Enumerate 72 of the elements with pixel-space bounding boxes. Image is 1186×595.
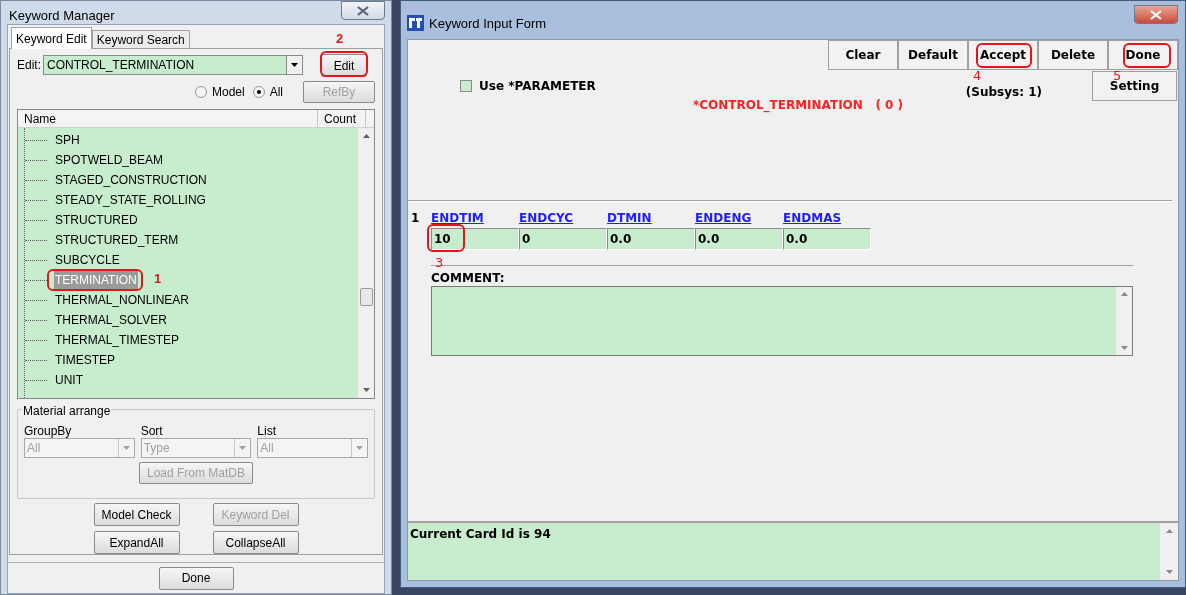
annotation-number: 1 xyxy=(154,272,162,285)
field-link[interactable]: ENDCYC xyxy=(519,210,574,226)
tree-item[interactable]: THERMAL_NONLINEAR xyxy=(54,291,191,309)
column-header[interactable]: Name xyxy=(18,110,318,127)
select-label: Sort xyxy=(140,423,164,438)
keyword-heading: *CONTROL_TERMINATION ( 0 ) xyxy=(692,97,904,114)
scrollbar-thumb[interactable] xyxy=(359,288,373,306)
scroll-up-icon xyxy=(1120,292,1128,296)
toolbar-button[interactable]: Delete xyxy=(1038,40,1108,70)
scrollbar[interactable] xyxy=(357,128,374,398)
radio-label: All xyxy=(269,84,283,101)
scroll-up-icon xyxy=(362,134,370,138)
caret-icon xyxy=(291,63,298,67)
field-link[interactable]: ENDENG xyxy=(695,210,752,226)
caret-icon xyxy=(239,446,247,450)
toolbar-button[interactable]: Default xyxy=(898,40,968,70)
tree-item[interactable]: THERMAL_TIMESTEP xyxy=(54,331,181,349)
close-button[interactable] xyxy=(1134,5,1178,24)
caret-icon xyxy=(122,446,130,450)
action-button[interactable]: Model Check xyxy=(93,503,180,526)
tree-item[interactable]: SPOTWELD_BEAM xyxy=(54,151,165,169)
tab[interactable]: Keyword Edit xyxy=(11,27,92,49)
close-button[interactable] xyxy=(341,1,385,20)
select-label: GroupBy xyxy=(24,423,73,438)
checkbox[interactable] xyxy=(460,80,472,92)
field-link[interactable]: ENDTIM xyxy=(431,210,484,226)
tree-item[interactable]: UNIT xyxy=(54,371,84,389)
annotation-number: 2 xyxy=(336,31,344,45)
comment-field[interactable] xyxy=(431,286,1133,356)
tree-item[interactable]: THERMAL_SOLVER xyxy=(54,311,168,329)
checkbox-label: Use *PARAMETER xyxy=(479,78,596,95)
annotation-number: 3 xyxy=(435,256,444,269)
radio-label: Model xyxy=(211,84,245,101)
tree-item[interactable]: STAGED_CONSTRUCTION xyxy=(54,171,208,189)
tree-item[interactable]: STRUCTURED_TERM xyxy=(54,231,180,249)
field-label: Edit: xyxy=(17,57,41,74)
field-link[interactable]: ENDMAS xyxy=(783,210,842,226)
dropdown-field[interactable]: CONTROL_TERMINATION xyxy=(43,55,303,75)
scroll-up-icon xyxy=(1165,529,1173,533)
tree-item[interactable]: TIMESTEP xyxy=(54,351,116,369)
input-field[interactable]: 0.0 xyxy=(783,228,871,250)
window-title: Keyword Input Form xyxy=(429,16,547,30)
input-field[interactable]: 0.0 xyxy=(695,228,783,250)
status-text: Current Card Id is 94 xyxy=(409,526,552,543)
tree-item[interactable]: SUBCYCLE xyxy=(54,251,121,269)
subsys-label: (Subsys: 1) xyxy=(965,84,1042,101)
window-title: Keyword Manager xyxy=(9,9,115,22)
close-icon xyxy=(357,5,369,16)
tree-item[interactable]: SPH xyxy=(54,131,81,149)
toolbar-button[interactable]: Clear xyxy=(828,40,898,70)
comment-label: COMMENT: xyxy=(431,271,506,286)
tree-item[interactable]: STRUCTURED xyxy=(54,211,139,229)
action-button[interactable]: ExpandAll xyxy=(93,531,180,554)
input-field[interactable]: 10 xyxy=(431,228,519,250)
annotation-number: 4 xyxy=(973,69,982,82)
radio-button[interactable] xyxy=(194,86,207,98)
scroll-down-icon xyxy=(1165,570,1173,574)
input-field[interactable]: 0 xyxy=(519,228,607,250)
card-number: 1 xyxy=(411,210,421,227)
tree-item[interactable]: STEADY_STATE_ROLLING xyxy=(54,191,207,209)
column-header[interactable]: Count xyxy=(318,110,366,127)
scroll-down-icon xyxy=(362,388,370,392)
radio-button[interactable] xyxy=(252,86,265,98)
caret-icon xyxy=(356,446,363,450)
select-label: List xyxy=(257,423,278,438)
input-field[interactable]: 0.0 xyxy=(607,228,695,250)
app-logo-icon xyxy=(407,15,424,31)
done-button[interactable]: Done xyxy=(158,566,234,590)
field-link[interactable]: DTMIN xyxy=(607,210,652,226)
action-button[interactable]: CollapseAll xyxy=(212,531,299,554)
close-icon xyxy=(1150,9,1162,20)
scroll-down-icon xyxy=(1120,346,1128,350)
